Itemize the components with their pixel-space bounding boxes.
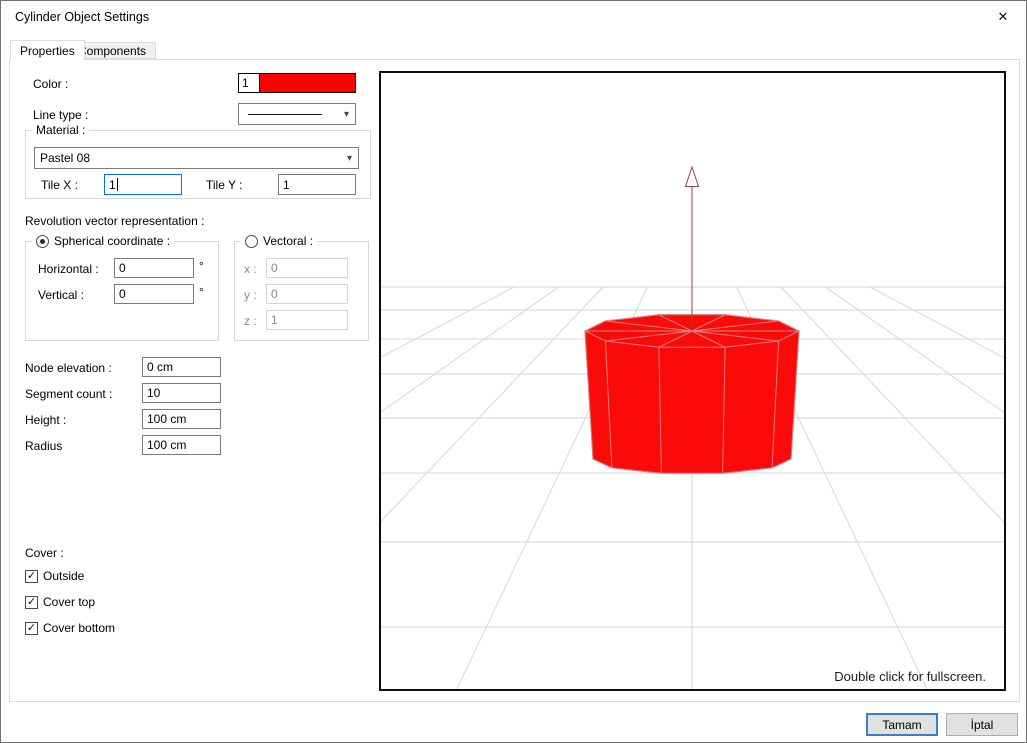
degree-symbol: ° (199, 285, 204, 299)
segment-count-label: Segment count : (25, 387, 113, 401)
checkbox-label: Outside (43, 569, 85, 583)
revolution-axis (684, 165, 700, 331)
close-icon: ✕ (997, 8, 1009, 24)
cover-label: Cover : (25, 546, 64, 560)
tab-components-label: Components (78, 43, 147, 58)
material-group-caption: Material : (32, 123, 90, 137)
material-value: Pastel 08 (40, 151, 91, 165)
height-label: Height : (25, 413, 67, 427)
window-title: Cylinder Object Settings (15, 10, 150, 24)
vectoral-label: Vectoral : (263, 234, 314, 248)
spherical-label: Spherical coordinate : (54, 234, 171, 248)
vectoral-caption: Vectoral : (241, 234, 318, 248)
cylinder-mesh (583, 314, 801, 474)
line-type-label: Line type : (33, 108, 89, 122)
chevron-down-icon: ▾ (343, 108, 350, 120)
z-input: 1 (266, 310, 348, 330)
color-index: 1 (239, 74, 260, 92)
segment-count-input[interactable]: 10 (142, 383, 221, 403)
vectoral-radio[interactable] (245, 234, 258, 248)
color-swatch (260, 74, 355, 92)
cancel-button[interactable]: İptal (946, 713, 1018, 736)
degree-symbol: ° (199, 259, 204, 273)
ok-button[interactable]: Tamam (866, 713, 938, 736)
x-label: x : (244, 262, 257, 276)
checkbox-box: ✓ (25, 621, 38, 635)
height-input[interactable]: 100 cm (142, 409, 221, 429)
tile-y-input[interactable]: 1 (278, 174, 356, 195)
y-input: 0 (266, 284, 348, 304)
close-button[interactable]: ✕ (980, 1, 1026, 32)
tile-x-label: Tile X : (41, 178, 78, 192)
titlebar: Cylinder Object Settings ✕ (1, 1, 1026, 32)
spherical-caption: Spherical coordinate : (32, 234, 175, 248)
spherical-radio[interactable] (36, 234, 49, 248)
horizontal-input[interactable]: 0 (114, 258, 194, 278)
radius-label: Radius (25, 439, 63, 453)
z-label: z : (244, 314, 257, 328)
checkbox-label: Cover bottom (43, 621, 116, 635)
vertical-label: Vertical : (38, 288, 85, 302)
checkbox-cover-bottom[interactable]: ✓ Cover bottom (25, 621, 115, 635)
y-label: y : (244, 288, 257, 302)
x-input: 0 (266, 258, 348, 278)
radius-input[interactable]: 100 cm (142, 435, 221, 455)
axis-arrow-icon (684, 165, 700, 187)
vertical-input[interactable]: 0 (114, 284, 194, 304)
material-group-label: Material : (36, 123, 86, 137)
material-combobox[interactable]: Pastel 08 ▾ (34, 147, 359, 169)
preview-canvas (381, 165, 1004, 689)
preview-viewport[interactable]: Double click for fullscreen. (379, 71, 1006, 691)
horizontal-label: Horizontal : (38, 262, 99, 276)
checkbox-cover-top[interactable]: ✓ Cover top (25, 595, 95, 609)
color-picker[interactable]: 1 (238, 73, 356, 93)
checkbox-box: ✓ (25, 569, 38, 583)
checkbox-box: ✓ (25, 595, 38, 609)
fullscreen-hint: Double click for fullscreen. (834, 669, 986, 684)
check-icon: ✓ (26, 621, 37, 634)
color-label: Color : (33, 77, 69, 91)
text-caret (116, 178, 118, 191)
checkbox-label: Cover top (43, 595, 96, 609)
line-type-sample (248, 113, 322, 115)
checkbox-outside[interactable]: ✓ Outside (25, 569, 84, 583)
node-elevation-input[interactable]: 0 cm (142, 357, 221, 377)
tab-properties-label: Properties (20, 43, 75, 58)
tab-properties[interactable]: Properties (10, 40, 85, 60)
check-icon: ✓ (26, 595, 37, 608)
cylinder-object-settings-dialog: Cylinder Object Settings ✕ Properties Co… (0, 0, 1027, 743)
check-icon: ✓ (26, 569, 37, 582)
chevron-down-icon: ▾ (346, 152, 353, 164)
line-type-combobox[interactable]: ▾ (238, 103, 356, 125)
node-elevation-label: Node elevation : (25, 361, 112, 375)
tile-x-input[interactable]: 1 (104, 174, 182, 195)
revolution-label: Revolution vector representation : (25, 214, 205, 228)
tile-y-label: Tile Y : (206, 178, 243, 192)
